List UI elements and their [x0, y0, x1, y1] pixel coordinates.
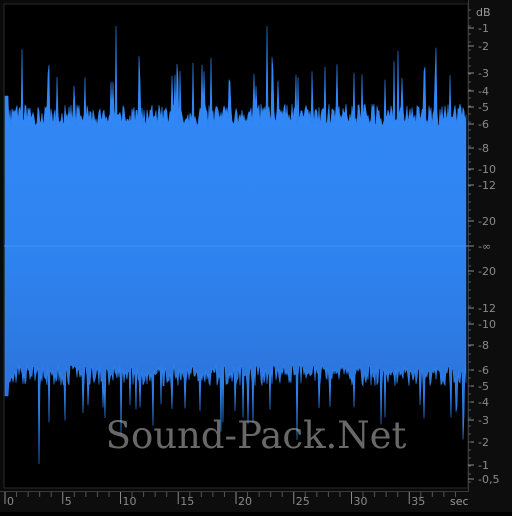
db-label: -3: [478, 67, 489, 80]
time-label: 15: [180, 495, 194, 508]
time-label: 30: [354, 495, 368, 508]
time-label: 25: [296, 495, 310, 508]
db-label: -10: [478, 318, 496, 331]
time-label: 0: [7, 495, 14, 508]
db-label: -5: [478, 101, 489, 114]
db-label: -1: [478, 22, 489, 35]
time-label: 35: [411, 495, 425, 508]
db-label: -20: [478, 265, 496, 278]
db-label: -6: [478, 118, 489, 131]
time-label: 10: [123, 495, 137, 508]
db-label: -4: [478, 396, 489, 409]
db-label: -12: [478, 302, 496, 315]
db-label: -2: [478, 436, 489, 449]
db-label: -5: [478, 380, 489, 393]
db-label: -6: [478, 364, 489, 377]
db-label: -12: [478, 179, 496, 192]
time-ruler: [0, 492, 512, 512]
time-label: 20: [238, 495, 252, 508]
db-label: -0,5: [478, 473, 499, 486]
db-label: -2: [478, 40, 489, 53]
db-label: -8: [478, 142, 489, 155]
db-label: -10: [478, 163, 496, 176]
db-label: -3: [478, 414, 489, 427]
time-label: 5: [65, 495, 72, 508]
db-label: -8: [478, 339, 489, 352]
audio-editor: dB -1 -2 -3 -4 -5 -6 -8 -10 -12 -20 -∞ -20 -12 -10 -8-…: [0, 0, 512, 512]
db-unit-label: dB: [476, 6, 491, 19]
db-label-center: -∞: [478, 240, 491, 253]
time-unit-label: sec: [450, 495, 469, 508]
waveform-view: dB -1-2-3-4-5-6-8-10-12-20-∞-20-12-10-8-…: [0, 0, 512, 512]
db-label: -20: [478, 215, 496, 228]
db-label: -1: [478, 459, 489, 472]
db-label: -4: [478, 85, 489, 98]
